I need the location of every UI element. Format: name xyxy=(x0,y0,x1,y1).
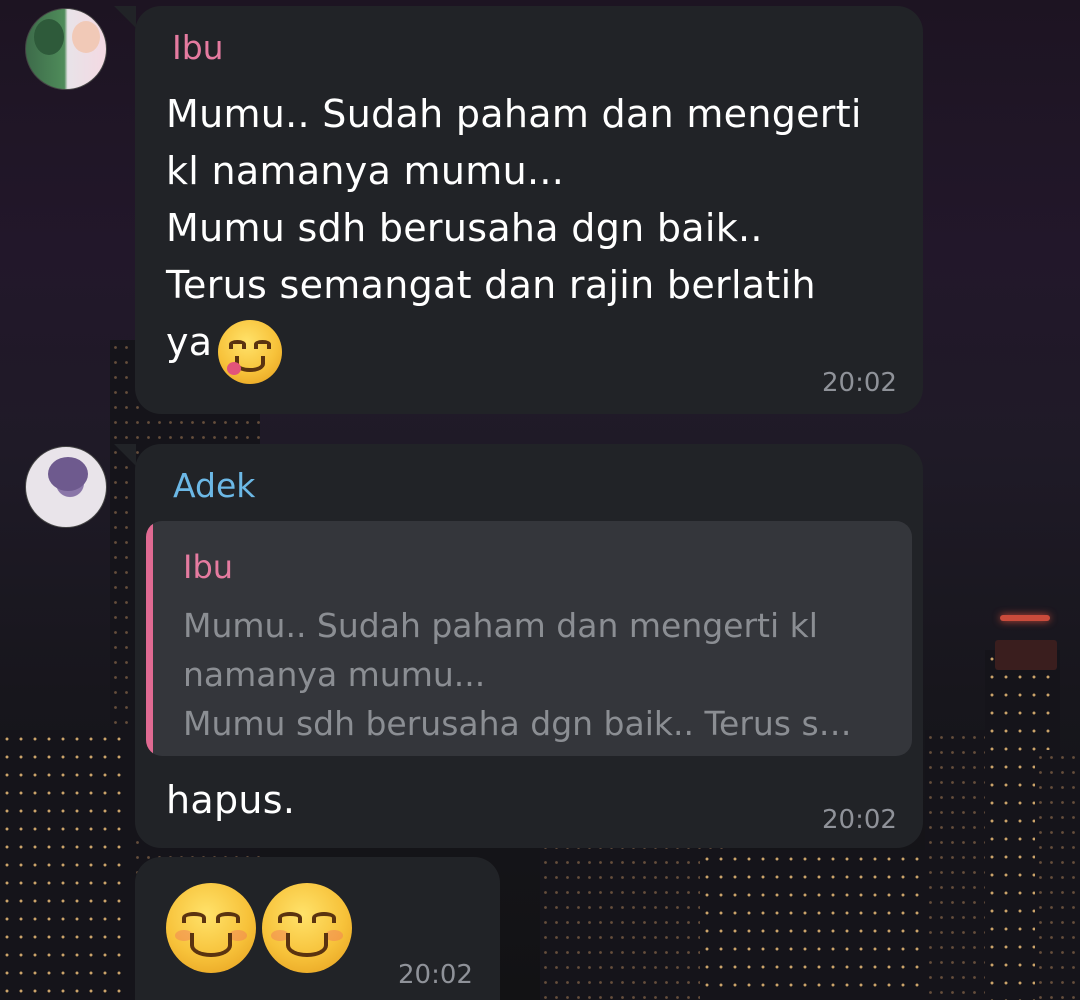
bubble-tail xyxy=(114,444,136,466)
emoji-tongue xyxy=(226,362,242,376)
avatar-ibu[interactable] xyxy=(25,8,107,90)
bubble-tail xyxy=(114,6,136,28)
smiling-face-emoji xyxy=(166,883,256,973)
avatar-figure xyxy=(34,19,64,55)
smiling-face-emoji xyxy=(262,883,352,973)
emoji-eye xyxy=(254,340,272,349)
emoji-eye xyxy=(228,340,246,349)
avatar-figure xyxy=(72,21,100,53)
wallpaper-building xyxy=(0,730,130,1000)
wallpaper-tower-top xyxy=(995,640,1057,670)
avatar-adek[interactable] xyxy=(25,446,107,528)
emoji-eye xyxy=(182,911,206,924)
message-sender[interactable]: Adek xyxy=(173,466,255,505)
message-sender[interactable]: Ibu xyxy=(172,28,224,67)
wallpaper-building xyxy=(925,730,985,1000)
emoji-cheek xyxy=(325,929,343,941)
emoji-eye xyxy=(216,911,240,924)
message-time: 20:02 xyxy=(398,960,473,990)
emoji-cheek xyxy=(229,929,247,941)
yummy-face-emoji xyxy=(218,320,282,384)
emoji-eye xyxy=(278,911,302,924)
wallpaper-building xyxy=(1035,750,1080,1000)
emoji-mouth xyxy=(286,933,328,957)
message-text: hapus. xyxy=(166,778,296,822)
reply-quote[interactable]: Ibu Mumu.. Sudah paham dan mengerti kl n… xyxy=(146,521,912,756)
reply-sender: Ibu xyxy=(183,548,234,586)
message-time: 20:02 xyxy=(822,805,897,835)
emoji-eye xyxy=(312,911,336,924)
wallpaper-building xyxy=(700,850,940,1000)
wallpaper-tower-light xyxy=(1000,615,1050,621)
message-time: 20:02 xyxy=(822,368,897,398)
avatar-figure xyxy=(48,457,88,491)
reply-preview: Mumu.. Sudah paham dan mengerti kl naman… xyxy=(183,606,852,743)
emoji-mouth xyxy=(190,933,232,957)
reply-accent-bar xyxy=(146,521,153,756)
